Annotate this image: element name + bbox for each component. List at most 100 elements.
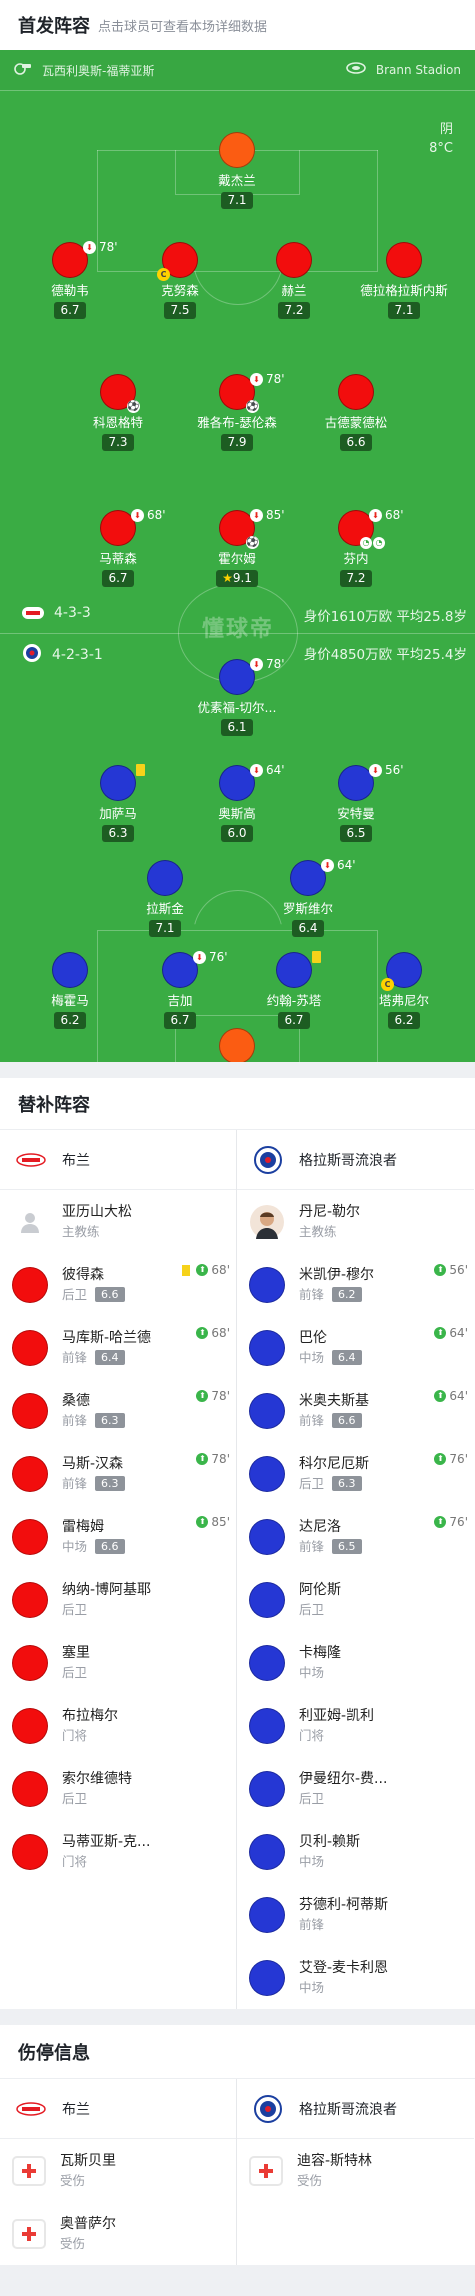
injuries-home-column: 布兰 瓦斯贝里 受伤 奥普萨尔 受伤 [0, 2079, 237, 2265]
home-player[interactable]: ⬇ 68' 马蒂森 6.7 [58, 508, 178, 587]
away-player[interactable]: 加萨马 6.3 [58, 764, 178, 842]
sub-player-row[interactable]: 巴伦 中场 6.4 ⬆ 64' [237, 1316, 474, 1379]
player-name: 马斯-汉森 [62, 1455, 124, 1472]
captain-icon: C [381, 978, 394, 991]
player-position: 后卫 [299, 1601, 325, 1617]
rating-value: 7.5 [170, 303, 190, 317]
away-player[interactable]: C 塔弗尼尔 6.2 [344, 952, 464, 1029]
away-player[interactable]: 巴特兰7.1 [177, 1028, 297, 1062]
player-position-line: 后卫 6.3 [299, 1474, 369, 1494]
sub-player-row[interactable]: 卡梅隆 中场 [237, 1631, 474, 1694]
sub-player-row[interactable]: 达尼洛 前锋 6.5 ⬆ 76' [237, 1505, 474, 1568]
away-player[interactable]: 拉斯金 7.1 [105, 860, 225, 937]
injured-player-row[interactable]: 迪容-斯特林 受伤 [237, 2139, 474, 2202]
player-position-line: 后卫 6.6 [62, 1285, 125, 1305]
away-player[interactable]: ⬇ 64' 罗斯维尔 6.4 [248, 858, 368, 937]
home-player[interactable]: ◔ ◔ ⬇ 68' 芬内 7.2 [296, 508, 416, 587]
rating-value: 7.2 [284, 303, 304, 317]
rating-value: 6.4 [298, 921, 318, 935]
captain-icon: C [157, 268, 170, 281]
player-position-line: 中场 [299, 1852, 360, 1872]
sub-player-row[interactable]: 米凯伊-穆尔 前锋 6.2 ⬆ 56' [237, 1253, 474, 1316]
player-position-line: 中场 [299, 1663, 341, 1683]
sub-player-row[interactable]: 索尔维德特 后卫 [0, 1757, 236, 1820]
sub-player-row[interactable]: 伊曼纽尔-费... 后卫 [237, 1757, 474, 1820]
sub-in-time: ⬆ 68' [196, 1326, 230, 1340]
sub-player-row[interactable]: 艾登-麦卡利恩 中场 [237, 1946, 474, 2009]
away-player[interactable]: ⬇ 64' 奥斯高 6.0 [177, 763, 297, 842]
player-position-line: 后卫 [62, 1600, 151, 1620]
medical-kit-icon [249, 2155, 283, 2186]
away-player[interactable]: 梅霍马 6.2 [10, 952, 130, 1029]
player-info: 米凯伊-穆尔 前锋 6.2 [299, 1265, 374, 1305]
rating-value: 7.1 [227, 193, 247, 207]
rating-value: 6.2 [394, 1013, 414, 1027]
player-name: 伊曼纽尔-费... [299, 1770, 388, 1787]
whistle-icon [14, 63, 32, 78]
sub-player-row[interactable]: 阿伦斯 后卫 [237, 1568, 474, 1631]
home-player[interactable]: ⚽ 科恩格特 7.3 [58, 374, 178, 451]
away-player[interactable]: ⬇ 76' 吉加 6.7 [120, 950, 240, 1029]
sub-player-row[interactable]: 米奥夫斯基 前锋 6.6 ⬆ 64' [237, 1379, 474, 1442]
subs-title: 替补阵容 [0, 1078, 475, 1130]
home-value: 身价1610万欧 平均25.8岁 [303, 609, 467, 625]
home-player[interactable]: ⚽ ⬇ 78' 雅各布-瑟伦森 7.9 [177, 372, 297, 451]
injured-player-row[interactable]: 瓦斯贝里 受伤 [0, 2139, 236, 2202]
home-player[interactable]: ⬇ 78' 德勒韦 6.7 [10, 240, 130, 319]
home-player[interactable]: C 克努森 7.5 [120, 242, 240, 319]
player-name: 芬德利-柯蒂斯 [299, 1896, 389, 1913]
sub-time: 64' [449, 1389, 468, 1403]
sub-player-row[interactable]: 芬德利-柯蒂斯 前锋 [237, 1883, 474, 1946]
away-player[interactable]: 约翰-苏塔 6.7 [234, 951, 354, 1029]
rating-value: 6.3 [108, 826, 128, 840]
home-player[interactable]: 德拉格拉斯内斯 7.1 [344, 242, 464, 319]
player-name: 桑德 [62, 1392, 90, 1409]
sub-player-row[interactable]: 布拉梅尔 门将 [0, 1694, 236, 1757]
sub-player-row[interactable]: 马库斯-哈兰德 前锋 6.4 ⬆ 68' [0, 1316, 236, 1379]
player-position: 后卫 [299, 1475, 325, 1491]
match-info-bar: 瓦西利奥斯-福蒂亚斯 Brann Stadion [0, 50, 475, 90]
sub-player-row[interactable]: 雷梅姆 中场 6.6 ⬆ 85' [0, 1505, 236, 1568]
player-name: 拉斯金 [146, 901, 184, 916]
player-position: 中场 [299, 1853, 325, 1869]
rating-value: 7.3 [108, 435, 128, 449]
sub-player-row[interactable]: 塞里 后卫 [0, 1631, 236, 1694]
player-badge [249, 1833, 285, 1870]
sub-player-row[interactable]: 利亚姆-凯利 门将 [237, 1694, 474, 1757]
sub-player-row[interactable]: 纳纳-博阿基耶 后卫 [0, 1568, 236, 1631]
player-badge [249, 1959, 285, 1996]
sub-time: 68' [211, 1263, 230, 1277]
injured-player-row[interactable]: 奥普萨尔 受伤 [0, 2202, 236, 2265]
sub-player-row[interactable]: 马斯-汉森 前锋 6.3 ⬆ 78' [0, 1442, 236, 1505]
sub-in-time: ⬆ 78' [196, 1452, 230, 1466]
away-team-name: 格拉斯哥流浪者 [299, 2101, 397, 2118]
player-rating: 6.3 [95, 1476, 125, 1491]
player-rating: ★9.1 [216, 570, 258, 587]
player-rating: 6.5 [340, 825, 372, 842]
coach-role: 主教练 [299, 1223, 337, 1239]
player-rating: 6.6 [332, 1413, 362, 1428]
sub-time: 78' [266, 372, 285, 386]
coach-info: 亚历山大松 主教练 [62, 1202, 132, 1242]
sub-player-row[interactable]: 科尔尼厄斯 后卫 6.3 ⬆ 76' [237, 1442, 474, 1505]
home-coach-row[interactable]: 亚历山大松 主教练 [0, 1190, 236, 1253]
sub-player-row[interactable]: 马蒂亚斯-克... 门将 [0, 1820, 236, 1883]
yellow-card-icon [312, 951, 321, 963]
page-hint: 点击球员可查看本场详细数据 [98, 19, 268, 35]
sub-player-row[interactable]: 贝利-赖斯 中场 [237, 1820, 474, 1883]
away-coach-row[interactable]: 丹尼-勒尔 主教练 [237, 1190, 474, 1253]
home-player[interactable]: ⚽ ⬇ 85' 霍尔姆 ★9.1 [177, 508, 297, 587]
player-position: 后卫 [62, 1286, 88, 1302]
away-player[interactable]: ⬇ 56' 安特曼 6.5 [296, 763, 416, 842]
home-player[interactable]: 赫兰 7.2 [234, 242, 354, 319]
home-player[interactable]: 戴杰兰 7.1 [177, 132, 297, 209]
lineup-card: 首发阵容 点击球员可查看本场详细数据 瓦西利奥斯-福蒂亚斯 Brann Stad… [0, 0, 475, 1062]
away-player[interactable]: ⬇ 78' 优素福-切尔... 6.1 [177, 657, 297, 736]
player-badge [12, 1644, 48, 1681]
player-rating: 6.0 [221, 825, 253, 842]
sub-player-row[interactable]: 桑德 前锋 6.3 ⬆ 78' [0, 1379, 236, 1442]
player-position-line: 后卫 [299, 1600, 341, 1620]
page-title: 首发阵容 [18, 16, 90, 37]
home-player[interactable]: 古德蒙德松 6.6 [296, 374, 416, 451]
sub-player-row[interactable]: 彼得森 后卫 6.6 ⬆ 68' [0, 1253, 236, 1316]
